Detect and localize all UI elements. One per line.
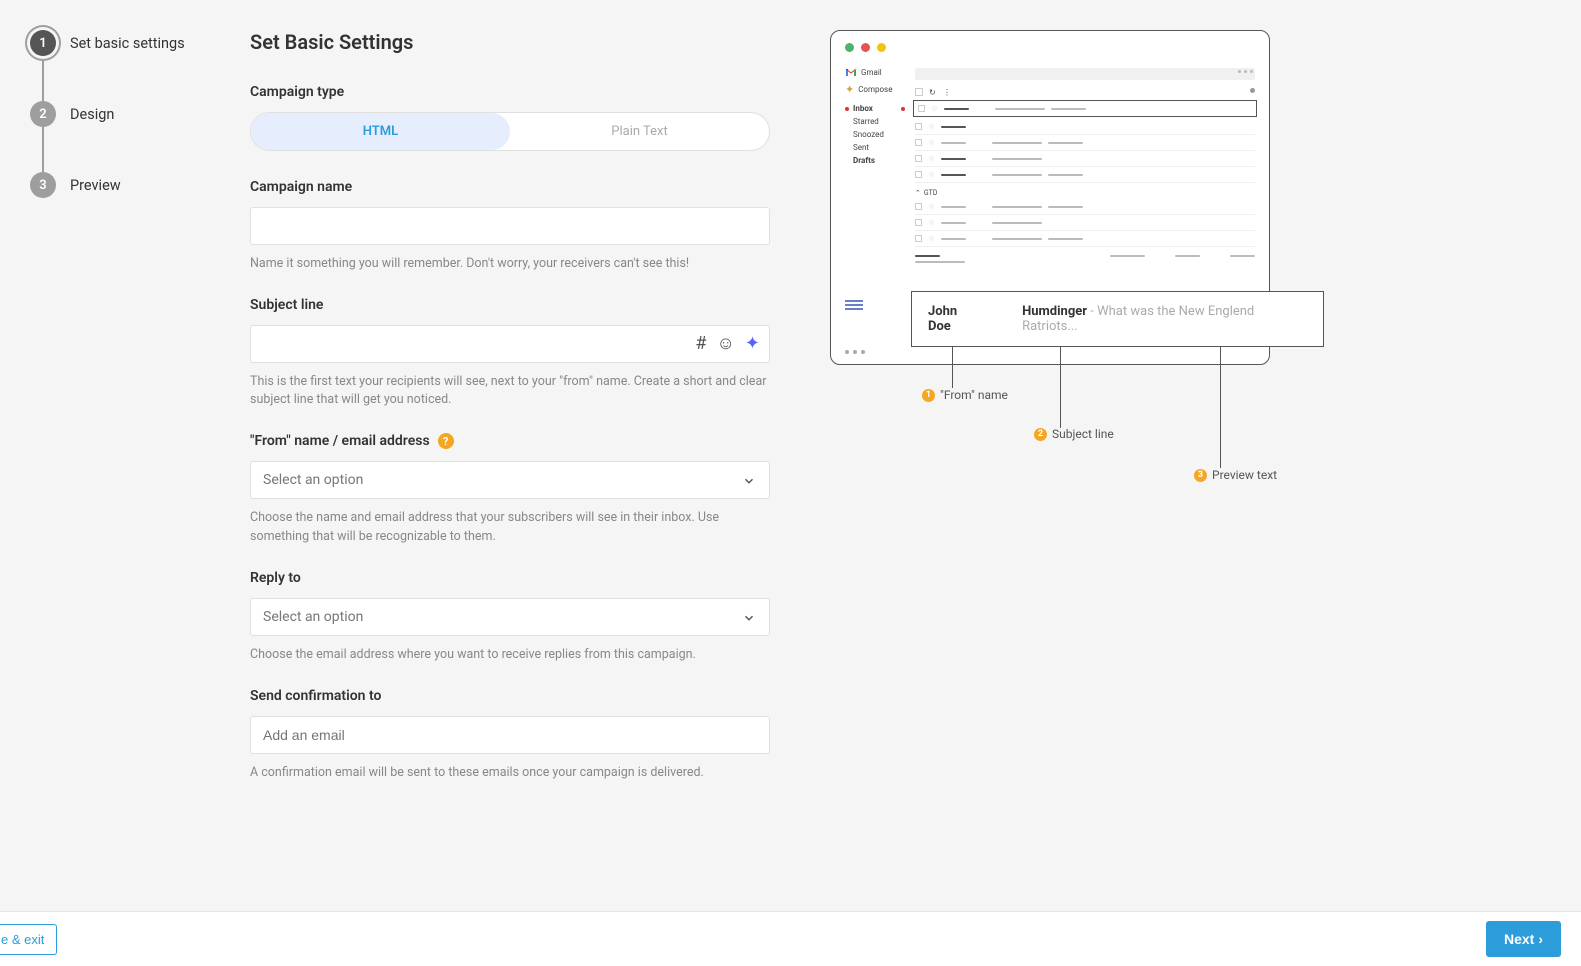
- confirmation-label: Send confirmation to: [250, 688, 770, 704]
- anno-from-name: 1"From" name: [922, 388, 1008, 402]
- sparkle-icon[interactable]: ✦: [745, 333, 760, 354]
- confirmation-hint: A confirmation email will be sent to the…: [250, 764, 770, 782]
- subject-line-hint: This is the first text your recipients w…: [250, 373, 770, 409]
- footer-bar: e & exit Next ›: [0, 911, 1581, 966]
- help-icon[interactable]: ?: [438, 433, 454, 449]
- step-preview[interactable]: 3 Preview: [30, 172, 230, 198]
- confirmation-input[interactable]: [250, 716, 770, 754]
- reply-to-label: Reply to: [250, 570, 770, 586]
- window-dot-green: [845, 43, 854, 52]
- hash-icon[interactable]: #: [695, 333, 706, 354]
- subject-line-input[interactable]: [250, 325, 770, 363]
- browser-mock: Gmail ✦Compose Inbox Starred Snoozed Sen…: [830, 30, 1270, 365]
- gmail-compose: ✦Compose: [845, 83, 905, 96]
- hamburger-icon: [845, 300, 865, 310]
- settings-form: Set Basic Settings Campaign type HTML Pl…: [250, 30, 770, 800]
- step-label: Design: [70, 106, 114, 123]
- popout-from-name: John Doe: [928, 304, 982, 334]
- campaign-name-hint: Name it something you will remember. Don…: [250, 255, 770, 273]
- popout-subject: Humdinger: [1022, 304, 1087, 319]
- step-number: 1: [30, 30, 56, 56]
- step-number: 2: [30, 101, 56, 127]
- page-title: Set Basic Settings: [250, 30, 770, 54]
- step-number: 3: [30, 172, 56, 198]
- emoji-icon[interactable]: ☺: [717, 333, 735, 354]
- from-label: "From" name / email address ?: [250, 433, 770, 449]
- more-dots-icon: [845, 350, 865, 354]
- next-button[interactable]: Next ›: [1486, 921, 1561, 957]
- gmail-logo: Gmail: [845, 68, 905, 77]
- step-label: Preview: [70, 177, 121, 194]
- gmail-nav-starred: Starred: [845, 115, 905, 128]
- email-row-popout: John Doe Humdinger - What was the New En…: [911, 291, 1324, 347]
- window-dot-red: [861, 43, 870, 52]
- from-hint: Choose the name and email address that y…: [250, 509, 770, 545]
- inbox-preview-illustration: Gmail ✦Compose Inbox Starred Snoozed Sen…: [830, 30, 1330, 800]
- step-label: Set basic settings: [70, 35, 185, 52]
- campaign-type-plain[interactable]: Plain Text: [510, 113, 769, 150]
- campaign-type-toggle: HTML Plain Text: [250, 112, 770, 151]
- gmail-nav-sent: Sent: [845, 141, 905, 154]
- campaign-name-label: Campaign name: [250, 179, 770, 195]
- step-design[interactable]: 2 Design: [30, 101, 230, 127]
- gmail-nav-inbox: Inbox: [845, 102, 905, 115]
- save-exit-button[interactable]: e & exit: [0, 924, 57, 955]
- campaign-type-html[interactable]: HTML: [251, 113, 510, 150]
- from-select[interactable]: Select an option: [250, 461, 770, 499]
- chevron-right-icon: ›: [1538, 931, 1543, 947]
- window-dot-yellow: [877, 43, 886, 52]
- anno-preview-text: 3Preview text: [1194, 468, 1277, 482]
- reply-to-hint: Choose the email address where you want …: [250, 646, 770, 664]
- gmail-nav-snoozed: Snoozed: [845, 128, 905, 141]
- campaign-name-input[interactable]: [250, 207, 770, 245]
- anno-subject-line: 2Subject line: [1034, 427, 1114, 441]
- campaign-type-label: Campaign type: [250, 84, 770, 100]
- step-basic-settings[interactable]: 1 Set basic settings: [30, 30, 230, 56]
- reply-to-select[interactable]: Select an option: [250, 598, 770, 636]
- wizard-stepper: 1 Set basic settings 2 Design 3 Preview: [30, 30, 230, 800]
- gmail-nav-drafts: Drafts: [845, 154, 905, 167]
- subject-line-label: Subject line: [250, 297, 770, 313]
